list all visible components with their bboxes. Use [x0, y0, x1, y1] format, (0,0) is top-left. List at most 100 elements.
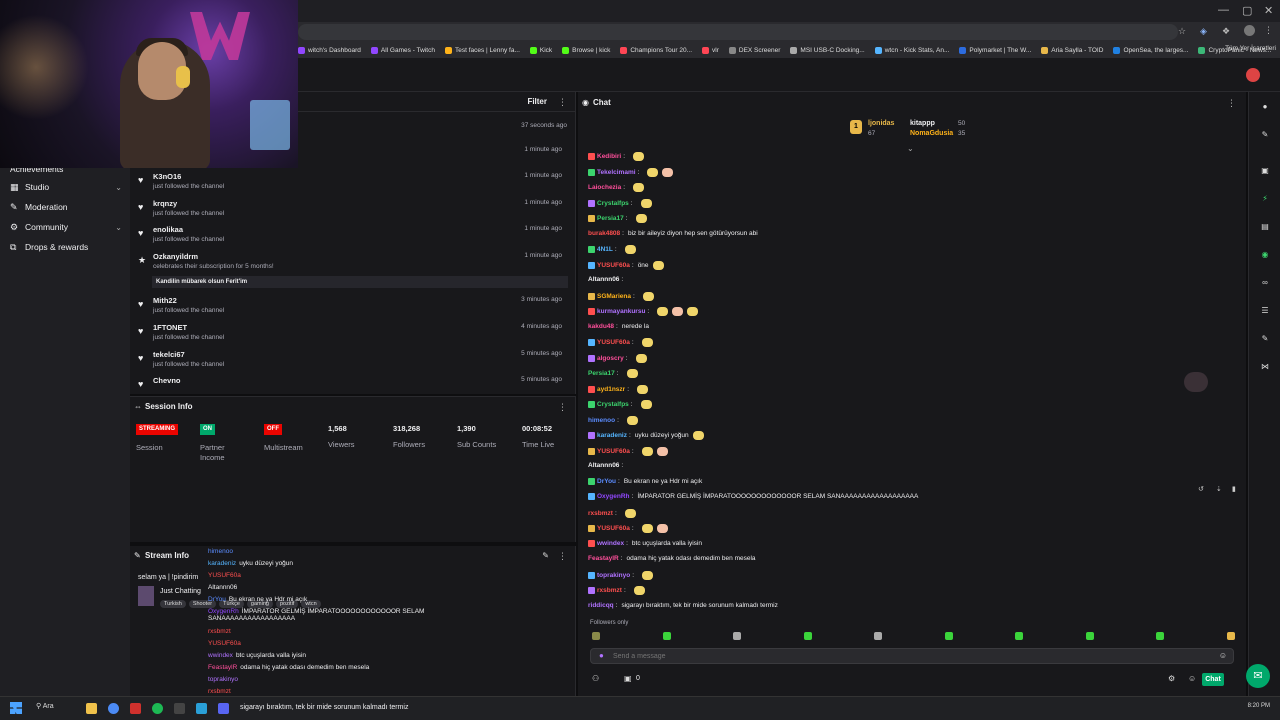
leaderboard-user[interactable]: NomaGdusia	[910, 130, 953, 137]
activity-row[interactable]: ♥ K3nO16 just followed the channel 1 minute…	[130, 170, 570, 196]
edit-icon[interactable]: ✎	[1260, 130, 1270, 140]
chat-message[interactable]: karadeniz: uyku düzeyi yoğun	[588, 431, 704, 440]
chat-message[interactable]: OxygenRh: İMPARATOR GELMİŞ İMPARATOOOOOOO…	[588, 493, 918, 500]
activity-row[interactable]: ♥ tekelci67 just followed the channel 5 min…	[130, 348, 570, 374]
url-input[interactable]	[298, 24, 1178, 40]
sidebar-item-moderation[interactable]: ✎ Moderation	[10, 202, 122, 212]
emote-shortcut-icon[interactable]	[1085, 632, 1094, 640]
chat-username[interactable]: wwindex	[597, 540, 624, 547]
puzzle-icon[interactable]: ❖	[1222, 26, 1230, 37]
minimize-icon[interactable]: —	[1218, 4, 1229, 16]
chat-message[interactable]: algoscry:	[588, 353, 647, 363]
chat-username[interactable]: YUSUF60a	[597, 339, 630, 346]
chat-message[interactable]: Crystalfps:	[588, 198, 652, 208]
chat-input-box[interactable]: ● ☺	[590, 648, 1234, 664]
activity-username[interactable]: Ozkanyildrm	[153, 252, 198, 261]
folder-icon[interactable]	[86, 703, 97, 714]
mod-tool-badge[interactable]	[1184, 372, 1208, 392]
chat-username[interactable]: SGMariena	[597, 293, 631, 300]
chat-message[interactable]: FeastaylR: odama hiç yatak odası demedim …	[588, 555, 756, 562]
bookmark-item[interactable]: Test faces | Lenny fa...	[444, 46, 520, 54]
activity-username[interactable]: Mith22	[153, 296, 177, 305]
emote-picker-icon[interactable]: ☺	[1219, 651, 1227, 660]
bits-icon[interactable]: ▣	[624, 674, 632, 683]
activity-row[interactable]: ★ Ozkanyildrm celebrates their subscriptio…	[130, 250, 570, 288]
bookmark-item[interactable]: Champions Tour 20...	[620, 46, 692, 54]
chat-username[interactable]: karadeniz	[597, 432, 627, 439]
chat-username[interactable]: Laiochezia	[588, 184, 621, 191]
chat-bubble-icon[interactable]: ◉	[1260, 250, 1270, 260]
chat-message[interactable]: ayd1nszr:	[588, 384, 648, 394]
bookmark-item[interactable]: All Games - Twitch	[370, 46, 435, 54]
channel-points-icon[interactable]: ⚇	[592, 674, 599, 683]
chrome-icon[interactable]	[108, 703, 119, 714]
chat-message[interactable]: YUSUF60a:	[588, 446, 668, 456]
users-icon[interactable]: ☺	[1188, 674, 1196, 683]
activity-row[interactable]: ♥ krqnzy just followed the channel 1 minute…	[130, 197, 570, 223]
bookmark-item[interactable]: Aria Saylla - TOID	[1041, 46, 1103, 54]
chat-message[interactable]: rxsbmzt:	[588, 586, 645, 595]
share-icon[interactable]: ⋈	[1260, 362, 1270, 372]
chat-username[interactable]: YUSUF60a	[597, 448, 630, 455]
activity-row[interactable]: ♥ enolikaa just followed the channel 1 minu…	[130, 223, 570, 249]
profile-avatar[interactable]	[1244, 25, 1255, 36]
bookmark-item[interactable]: OpenSea, the larges...	[1113, 46, 1188, 54]
chat-username[interactable]: Persia17	[588, 370, 615, 377]
chat-username[interactable]: kurmayankursu	[597, 308, 645, 315]
activity-row[interactable]: ♥ Mith22 just followed the channel 3 minute…	[130, 294, 570, 320]
chat-message[interactable]: SGMariena:	[588, 291, 654, 301]
bookmark-item[interactable]: MSI USB-C Docking...	[790, 46, 865, 54]
more-options-icon[interactable]: ⋮	[1227, 98, 1236, 109]
activity-username[interactable]: enolikaa	[153, 225, 183, 234]
emote-shortcut-icon[interactable]	[733, 632, 741, 640]
chat-message[interactable]: burak4808: biz bir aileyiz diyon hep sen …	[588, 230, 758, 237]
activity-row[interactable]: ♥ 1FTONET just followed the channel 4 minut…	[130, 321, 570, 347]
emote-shortcut-icon[interactable]	[1226, 632, 1235, 640]
emote-shortcut-icon[interactable]	[1015, 632, 1023, 640]
leaderboard-user[interactable]: ljonidas	[868, 120, 894, 127]
bookmark-item[interactable]: Kick	[529, 46, 552, 54]
wrench-icon[interactable]: ✎	[1260, 334, 1270, 344]
chat-message[interactable]: Persia17:	[588, 369, 638, 378]
lightning-icon[interactable]: ⚡	[1260, 194, 1270, 204]
chat-message[interactable]: 4N1L:	[588, 245, 636, 254]
chat-input[interactable]	[613, 651, 1193, 662]
chat-send-button[interactable]: Chat	[1202, 673, 1224, 686]
maximize-icon[interactable]: ▢	[1242, 4, 1252, 17]
taskbar-search[interactable]: ⚲ Ara	[36, 702, 54, 710]
more-options-icon[interactable]: ⋮	[558, 551, 567, 562]
settings-icon[interactable]: ⚙	[1168, 674, 1175, 683]
emote-shortcut-icon[interactable]	[1156, 632, 1164, 640]
document-icon[interactable]: ▤	[1260, 222, 1270, 232]
activity-username[interactable]: Chevno	[153, 376, 181, 385]
chat-username[interactable]: DrYou	[597, 478, 616, 485]
chat-message[interactable]: Kedibiri:	[588, 152, 645, 161]
link-icon[interactable]: ∞	[1260, 278, 1270, 288]
activity-username[interactable]: K3nO16	[153, 172, 181, 181]
sidebar-item-community[interactable]: ⚙ Community ⌄	[10, 222, 122, 232]
stream-tag[interactable]: Turkish	[160, 600, 186, 608]
chat-username[interactable]: kakdu48	[588, 323, 614, 330]
bookmark-item[interactable]: Polymarket | The W...	[959, 46, 1031, 54]
filter-button[interactable]: Filter	[527, 97, 547, 106]
camera-icon[interactable]: ▣	[1260, 166, 1270, 176]
close-icon[interactable]: ✕	[1264, 4, 1273, 17]
sidebar-item-studio[interactable]: ▦ Studio ⌄	[10, 182, 122, 192]
chat-message[interactable]: Altannn06:	[588, 276, 627, 283]
chat-message[interactable]: YUSUF60a:	[588, 338, 653, 347]
chat-message[interactable]: riddicqq: sigarayı bıraktım, tek bir mide…	[588, 602, 778, 609]
reply-icon[interactable]: ↺	[1198, 485, 1204, 493]
chat-message[interactable]: kurmayankursu:	[588, 307, 699, 316]
spotify-icon[interactable]	[152, 703, 163, 714]
pin-icon[interactable]: ⇣	[1216, 485, 1222, 493]
star-icon[interactable]: ☆	[1178, 26, 1186, 37]
extension-icon[interactable]: ◈	[1200, 26, 1207, 37]
bookmark-item[interactable]: witch's Dashboard	[298, 46, 361, 54]
chat-username[interactable]: YUSUF60a	[597, 525, 630, 532]
list-icon[interactable]: ☰	[1260, 306, 1270, 316]
chat-message[interactable]: Laiochezia:	[588, 183, 645, 192]
chat-message[interactable]: rxsbmzt:	[588, 508, 636, 518]
chat-username[interactable]: Tekelcimami	[597, 169, 636, 176]
chat-message[interactable]: Crystalfps:	[588, 400, 652, 409]
chat-username[interactable]: ayd1nszr	[597, 386, 625, 393]
